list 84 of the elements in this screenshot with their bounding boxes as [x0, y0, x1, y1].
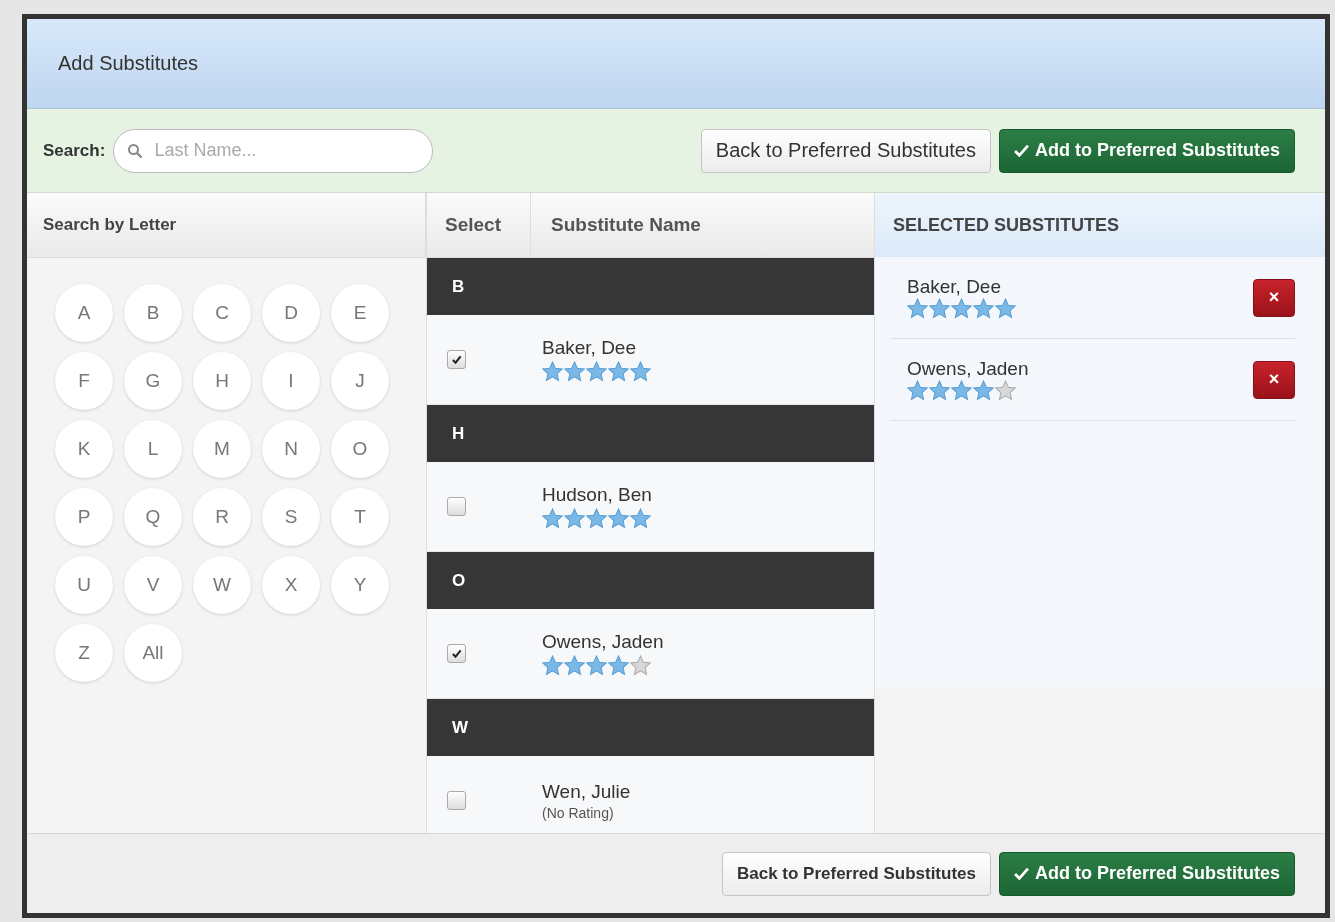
remove-button[interactable]: × [1253, 278, 1295, 317]
letter-button[interactable]: T [331, 488, 389, 546]
dialog-title: Add Substitutes [58, 52, 199, 75]
star-icon [995, 298, 1016, 319]
panel-title: Search by Letter [43, 215, 177, 235]
group-letter: W [452, 717, 469, 738]
letter-button[interactable]: H [193, 352, 251, 410]
star-icon [929, 380, 950, 401]
letter-button[interactable]: X [262, 556, 320, 614]
back-button[interactable]: Back to Preferred Substitutes [721, 851, 991, 896]
star-icon [586, 508, 607, 529]
star-icon [951, 298, 972, 319]
letter-button[interactable]: Z [55, 624, 113, 682]
letter-button[interactable]: D [262, 284, 320, 342]
checkbox[interactable] [447, 497, 466, 516]
column-header: Select [427, 193, 531, 257]
star-icon [630, 361, 651, 382]
checkbox[interactable] [447, 791, 466, 810]
star-icon [608, 655, 629, 676]
letter-button[interactable]: S [262, 488, 320, 546]
star-icon [907, 380, 928, 401]
star-icon [630, 508, 651, 529]
letter-button[interactable]: J [331, 352, 389, 410]
letter-button[interactable]: F [55, 352, 113, 410]
substitute-name: Hudson, Ben [542, 484, 652, 506]
substitute-name: Owens, Jaden [542, 631, 664, 653]
star-icon [929, 298, 950, 319]
letter-button[interactable]: I [262, 352, 320, 410]
add-button[interactable]: Add to Preferred Substitutes [998, 851, 1295, 896]
star-icon [630, 655, 651, 676]
letter-button[interactable]: R [193, 488, 251, 546]
check-icon [1013, 144, 1029, 157]
star-icon [542, 655, 563, 676]
search-label: Search: [43, 140, 106, 161]
letter-button[interactable]: P [55, 488, 113, 546]
substitute-name: Owens, Jaden [907, 358, 1029, 379]
letter-button[interactable]: U [55, 556, 113, 614]
letter-button[interactable]: B [124, 284, 182, 342]
star-icon [564, 508, 585, 529]
search-field[interactable]: Last Name... [113, 128, 434, 173]
check-icon [451, 354, 462, 365]
group-letter: H [452, 423, 465, 444]
star-icon [951, 380, 972, 401]
letter-button[interactable]: W [193, 556, 251, 614]
star-icon [542, 508, 563, 529]
letter-button[interactable]: V [124, 556, 182, 614]
panel-title: SELECTED SUBSTITUTES [893, 214, 1120, 236]
checkbox[interactable] [447, 350, 466, 369]
letter-button[interactable]: All [124, 624, 182, 682]
rating-note: (No Rating) [542, 804, 615, 821]
add-button[interactable]: Add to Preferred Substitutes [998, 128, 1295, 173]
letter-button[interactable]: N [262, 420, 320, 478]
substitute-name: Wen, Julie [542, 780, 631, 803]
group-letter: B [452, 276, 465, 297]
star-icon [608, 361, 629, 382]
remove-button[interactable]: × [1253, 360, 1295, 399]
check-icon [451, 648, 462, 659]
letter-button[interactable]: G [124, 352, 182, 410]
group-letter: O [452, 570, 466, 591]
substitute-name: Baker, Dee [542, 337, 637, 359]
letter-button[interactable]: O [331, 420, 389, 478]
back-button[interactable]: Back to Preferred Substitutes [700, 128, 991, 173]
letter-button[interactable]: Q [124, 488, 182, 546]
star-icon [907, 298, 928, 319]
check-icon [1013, 867, 1029, 880]
star-icon [564, 361, 585, 382]
star-icon [973, 380, 994, 401]
letter-button[interactable]: Y [331, 556, 389, 614]
letter-button[interactable]: C [193, 284, 251, 342]
star-icon [973, 298, 994, 319]
star-icon [586, 361, 607, 382]
star-icon [995, 380, 1016, 401]
substitute-name: Baker, Dee [907, 276, 1001, 297]
letter-button[interactable]: M [193, 420, 251, 478]
letter-button[interactable]: A [55, 284, 113, 342]
star-icon [542, 361, 563, 382]
letter-button[interactable]: K [55, 420, 113, 478]
star-icon [564, 655, 585, 676]
column-header: Substitute Name [550, 214, 701, 236]
letter-button[interactable]: L [124, 420, 182, 478]
star-icon [586, 655, 607, 676]
checkbox[interactable] [447, 644, 466, 663]
letter-button[interactable]: E [331, 284, 389, 342]
star-icon [608, 508, 629, 529]
